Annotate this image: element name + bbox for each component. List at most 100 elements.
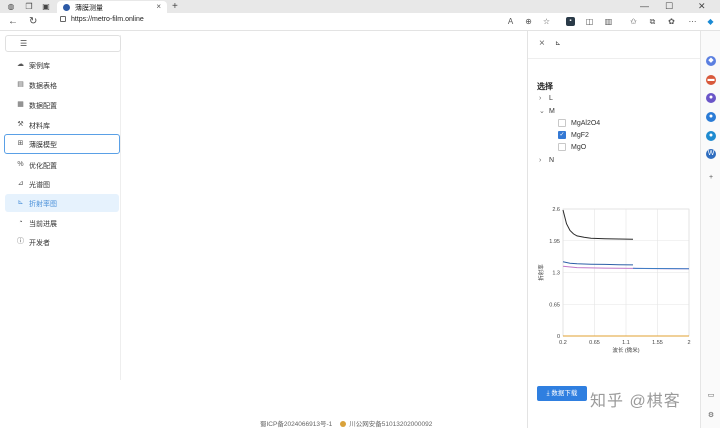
series-line: [562, 261, 634, 266]
hammer-icon: ⚒: [17, 121, 24, 128]
download-label: 数据下载: [551, 390, 578, 397]
sidebar-item-label: 数据表格: [29, 83, 57, 90]
copilot-icon[interactable]: ◆: [706, 17, 715, 26]
sidebar-item-developer[interactable]: ⓘ 开发者: [5, 233, 119, 251]
split-screen-icon[interactable]: ◫: [585, 17, 594, 26]
material-label: MgF2: [571, 132, 589, 139]
browser-tab-bar: ◍ ❐ ▣ 薄膜测量 × + — ☐ ✕: [0, 0, 720, 13]
expand-arrow-icon[interactable]: ›: [539, 95, 549, 102]
sidebar-item-progress[interactable]: ◔ 当前进展: [5, 214, 119, 232]
sidebar-item-case-library[interactable]: ☁ 案例库: [5, 56, 119, 74]
app-sidebar: ☰ ☁ 案例库 ▤ 数据表格 ▦ 数据配置 ⚒ 材料库 ⊞ 薄膜模型 % 优化配…: [4, 35, 121, 380]
sidebar-item-film-model[interactable]: ⊞ 薄膜模型: [4, 134, 120, 154]
drawer-header: × ⊾: [528, 31, 700, 59]
tab-close-icon[interactable]: ×: [156, 2, 161, 11]
area-chart-icon: ⊾: [17, 199, 24, 206]
icp-link[interactable]: 蜀ICP备2024066913号-1: [260, 421, 332, 428]
extensions-puzzle-icon[interactable]: ✿: [667, 17, 676, 26]
table-icon: ▤: [17, 81, 24, 88]
y-tick-label: 1.3: [552, 271, 560, 277]
x-axis-label: 波长 (微米): [612, 346, 639, 354]
tree-node-n[interactable]: › N: [539, 157, 554, 164]
chart-icon: ⊾: [555, 40, 561, 47]
microsoft-365-icon[interactable]: ●: [706, 112, 716, 122]
refractive-index-chart: 0.2 0.65 1.1 1.55 2 0 0.65 1.3 1.95 2.6 波长 (微米) 折射率: [537, 207, 691, 354]
expand-arrow-icon[interactable]: ›: [539, 157, 549, 164]
toolbox-icon[interactable]: ▬: [706, 75, 716, 85]
police-link[interactable]: 川公网安备51013202000092: [349, 421, 432, 428]
edge-sidebar: ◆ ▬ ● ● ● W + ▭ ⚙: [700, 31, 720, 428]
profile-icon[interactable]: ◍: [6, 2, 16, 12]
address-bar: ← ↻ https://metro-film.online A ⊕ ☆ ▪ ◫ …: [0, 13, 720, 31]
menu-toggle-button[interactable]: ☰: [5, 35, 121, 52]
tab-title: 薄膜测量: [75, 5, 103, 12]
sidebar-item-label: 薄膜模型: [29, 142, 57, 149]
sidebar-item-data-config[interactable]: ▦ 数据配置: [5, 96, 119, 114]
refresh-icon[interactable]: ↻: [29, 16, 37, 27]
line-chart-icon: ⊿: [17, 180, 24, 187]
sidebar-item-label: 案例库: [29, 63, 50, 70]
favorites-icon[interactable]: ✩: [629, 17, 638, 26]
sidebar-item-data-table[interactable]: ▤ 数据表格: [5, 76, 119, 94]
add-sidebar-app-icon[interactable]: +: [706, 173, 716, 183]
collapse-arrow-icon[interactable]: ⌄: [539, 107, 549, 115]
window-close-icon[interactable]: ✕: [698, 1, 706, 12]
url-field[interactable]: https://metro-film.online: [60, 16, 144, 23]
y-tick-label: 0: [557, 334, 560, 340]
y-tick-label: 1.95: [549, 239, 560, 245]
games-icon[interactable]: ●: [706, 93, 716, 103]
download-icon: ⤓: [546, 390, 550, 397]
sidebar-item-label: 优化配置: [29, 163, 57, 170]
lock-icon: [60, 16, 66, 22]
sidebar-item-label: 数据配置: [29, 103, 57, 110]
sidebar-toggle-icon[interactable]: ▥: [604, 17, 613, 26]
read-aloud-icon[interactable]: A: [506, 17, 515, 26]
sidebar-item-label: 开发者: [29, 240, 50, 247]
tree-node-label: L: [549, 95, 553, 102]
tree-node-l[interactable]: › L: [539, 95, 553, 102]
x-tick-label: 2: [687, 340, 690, 346]
favorite-star-icon[interactable]: ☆: [542, 17, 551, 26]
minimize-icon[interactable]: —: [640, 1, 649, 11]
y-axis-label: 折射率: [537, 264, 545, 281]
tree-node-m[interactable]: ⌄ M: [539, 107, 555, 115]
sidebar-item-spectrum[interactable]: ⊿ 光谱图: [5, 175, 119, 193]
workspaces-icon[interactable]: ❐: [24, 2, 34, 12]
checkbox-mgo[interactable]: [558, 143, 566, 151]
extension-icon[interactable]: ▪: [566, 17, 575, 26]
tree-node-label: M: [549, 108, 555, 115]
checkbox-mgf2[interactable]: ✓: [558, 131, 566, 139]
back-icon[interactable]: ←: [8, 16, 18, 27]
info-icon: ⓘ: [17, 238, 24, 245]
url-text: https://metro-film.online: [71, 16, 144, 23]
sidebar-item-optimize-config[interactable]: % 优化配置: [5, 156, 119, 174]
sidebar-item-material-library[interactable]: ⚒ 材料库: [5, 116, 119, 134]
download-data-button[interactable]: ⤓ 数据下载: [537, 386, 587, 401]
sidebar-item-label: 折射率图: [29, 201, 57, 208]
cloud-icon: ☁: [17, 61, 24, 68]
menu-toggle-icon: ☰: [20, 39, 28, 48]
progress-icon: ◔: [18, 219, 23, 226]
x-tick-label: 1.1: [622, 340, 630, 346]
select-title: 选择: [537, 82, 553, 91]
word-icon[interactable]: W: [706, 149, 716, 159]
sidebar-collapse-icon[interactable]: ▭: [706, 391, 716, 401]
new-tab-button[interactable]: +: [172, 1, 178, 12]
checkbox-mgal2o4[interactable]: [558, 119, 566, 127]
sidebar-settings-icon[interactable]: ⚙: [706, 411, 716, 421]
y-tick-label: 0.65: [549, 302, 560, 308]
sidebar-item-label: 材料库: [29, 123, 50, 130]
layers-icon: ⊞: [17, 140, 24, 147]
sidebar-item-label: 当前进展: [29, 221, 57, 228]
watermark: 知乎 @棋客: [590, 393, 681, 410]
more-menu-icon[interactable]: ⋯: [688, 17, 697, 26]
outlook-icon[interactable]: ●: [706, 131, 716, 141]
zoom-icon[interactable]: ⊕: [524, 17, 533, 26]
tab-actions-icon[interactable]: ▣: [41, 2, 51, 12]
drawer-close-icon[interactable]: ×: [539, 38, 545, 49]
maximize-icon[interactable]: ☐: [665, 1, 673, 12]
collections-icon[interactable]: ⧉: [648, 17, 657, 26]
tag-icon[interactable]: ◆: [706, 56, 716, 66]
sidebar-item-refractive-index[interactable]: ⊾ 折射率图: [5, 194, 119, 212]
browser-tab[interactable]: 薄膜测量 ×: [57, 1, 167, 13]
